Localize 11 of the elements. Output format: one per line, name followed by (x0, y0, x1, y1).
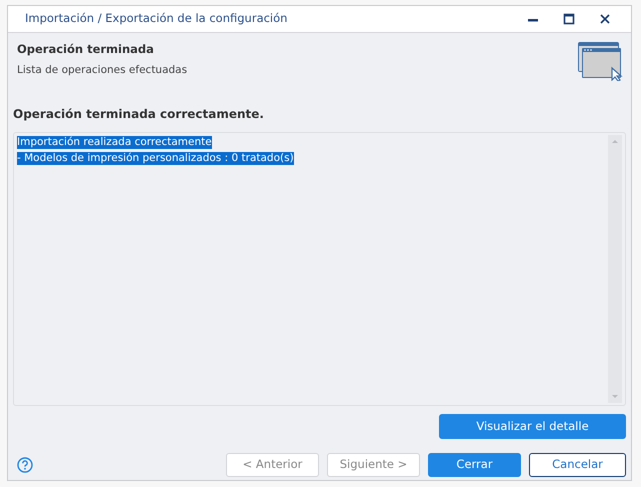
details-button[interactable]: Visualizar el detalle (439, 414, 626, 439)
status-message: Operación terminada correctamente. (13, 106, 265, 123)
close-button[interactable]: Cerrar (428, 453, 521, 477)
maximize-icon[interactable] (563, 13, 575, 25)
cancel-button[interactable]: Cancelar (529, 453, 626, 477)
help-icon[interactable] (17, 457, 33, 473)
window-title: Importación / Exportación de la configuración (25, 10, 288, 28)
windows-icon (577, 41, 623, 81)
header-title: Operación terminada (17, 41, 155, 58)
close-icon[interactable] (599, 13, 611, 25)
header-subtitle: Lista de operaciones efectuadas (17, 63, 188, 78)
